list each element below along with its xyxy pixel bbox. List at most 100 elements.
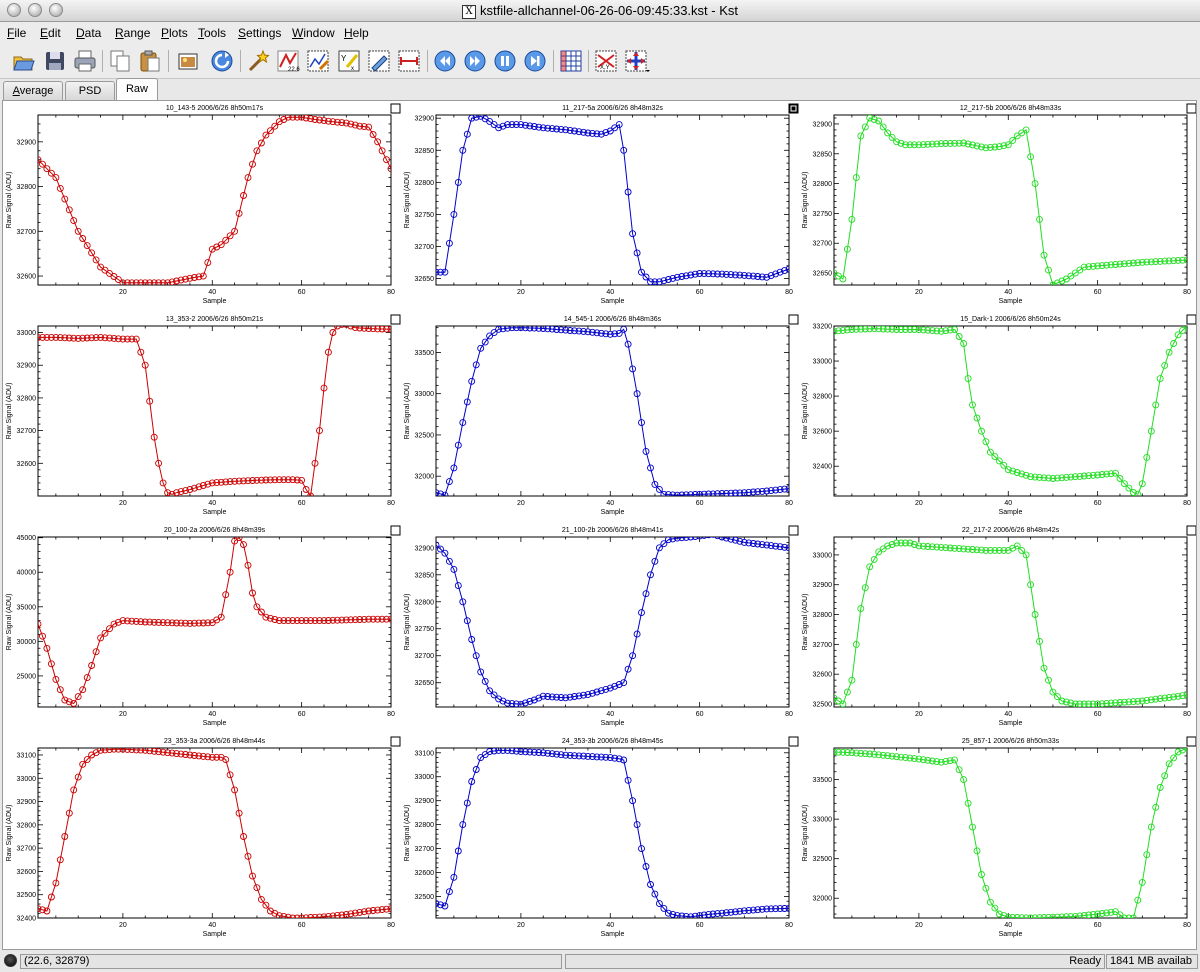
menu-settings[interactable]: Settings: [238, 26, 281, 40]
plot-4[interactable]: 14_545-1 2006/6/26 8h48m36s 20 40 60 80 32000…: [404, 314, 799, 516]
plot-2[interactable]: 12_217-5b 2006/6/26 8h48m33s 20 40 60 80 3265…: [802, 103, 1196, 305]
y-axis-label: Raw Signal (ADU): [404, 172, 411, 229]
plot-8[interactable]: 22_217-2 2006/6/26 8h48m42s 20 40 60 80 32500…: [802, 525, 1196, 727]
plot-11[interactable]: 25_857-1 2006/6/26 8h50m33s 20 40 60 80 32000…: [802, 736, 1196, 938]
x-tick-label: 20: [119, 922, 127, 929]
x11-logo-icon: X: [462, 5, 477, 19]
y-tick-label: 32600: [415, 870, 435, 877]
y-tick-label: 32900: [17, 139, 37, 146]
x-tick-label: 40: [1004, 711, 1012, 718]
histogram-icon[interactable]: [367, 49, 391, 73]
spectrum-icon[interactable]: [397, 49, 421, 73]
x-tick-label: 80: [387, 711, 395, 718]
coordinates-readout: (22.6, 32879): [20, 954, 562, 969]
plot-select-checkbox[interactable]: [390, 103, 401, 114]
plot-1[interactable]: 11_217-5a 2006/6/26 8h48m32s 20 40 60 80 3265…: [404, 103, 799, 305]
export-image-icon[interactable]: [176, 49, 200, 73]
grid-layout-icon[interactable]: [559, 49, 583, 73]
x-tick-label: 60: [298, 289, 306, 296]
plot-select-checkbox[interactable]: [390, 736, 401, 747]
menu-tools[interactable]: Tools: [198, 26, 226, 40]
menu-help[interactable]: Help: [344, 26, 369, 40]
plot-0[interactable]: 10_143-5 2006/6/26 8h50m17s 20 40 60 80 32600…: [6, 103, 401, 305]
plot-9[interactable]: 23_353-3a 2006/6/26 8h48m44s 20 40 60 80 3240…: [6, 736, 401, 938]
equation-icon[interactable]: Yx: [337, 49, 361, 73]
pause-icon[interactable]: [493, 49, 517, 73]
y-axis-label: Raw Signal (ADU): [6, 172, 13, 229]
toolbar-separator: [240, 50, 241, 72]
y-tick-label: 33000: [813, 552, 833, 559]
print-icon[interactable]: [73, 49, 97, 73]
toolbar-separator: [102, 50, 103, 72]
y-axis-label: Raw Signal (ADU): [6, 594, 13, 651]
y-tick-label: 33500: [813, 777, 833, 784]
menu-file[interactable]: File: [7, 26, 26, 40]
y-tick-label: 32900: [415, 116, 435, 123]
plot-select-checkbox[interactable]: [788, 525, 799, 536]
plot-grid[interactable]: 10_143-5 2006/6/26 8h50m17s 20 40 60 80 32600…: [3, 101, 1196, 949]
copy-icon[interactable]: [108, 49, 132, 73]
plot-select-checkbox[interactable]: [788, 736, 799, 747]
x-tick-label: 80: [1183, 922, 1191, 929]
menu-edit[interactable]: Edit: [40, 26, 61, 40]
edit-plot-icon[interactable]: [306, 49, 330, 73]
x-tick-label: 20: [119, 500, 127, 507]
menu-data[interactable]: Data: [76, 26, 101, 40]
save-icon[interactable]: [43, 49, 67, 73]
y-tick-label: 32700: [17, 428, 37, 435]
y-tick-label: 35000: [17, 604, 37, 611]
plot-select-checkbox[interactable]: [1186, 103, 1196, 114]
tab-average[interactable]: Average: [3, 81, 63, 100]
forward-icon[interactable]: [463, 49, 487, 73]
open-icon[interactable]: [12, 49, 36, 73]
y-axis-label: Raw Signal (ADU): [802, 172, 809, 229]
x-axis-label: Sample: [601, 298, 625, 305]
y-tick-label: 32600: [813, 672, 833, 679]
x-tick-label: 80: [785, 289, 793, 296]
tab-psd[interactable]: PSD: [65, 81, 115, 100]
x-tick-label: 20: [915, 500, 923, 507]
plugin-icon[interactable]: 22.6: [276, 49, 300, 73]
plot-select-checkbox[interactable]: [788, 314, 799, 325]
plot-6[interactable]: 20_100-2a 2006/6/26 8h48m39s 20 40 60 80 2500…: [6, 525, 401, 727]
xy-zoom-icon[interactable]: X,Y: [594, 49, 618, 73]
y-tick-label: 32500: [813, 702, 833, 709]
plot-select-checkbox[interactable]: [390, 525, 401, 536]
x-axis-label: Sample: [999, 298, 1023, 305]
back-icon[interactable]: [433, 49, 457, 73]
x-tick-label: 40: [1004, 289, 1012, 296]
reload-icon[interactable]: [210, 49, 234, 73]
y-tick-label: 32500: [415, 432, 435, 439]
tab-bar: Average PSD Raw: [0, 78, 1200, 100]
plot-5[interactable]: 15_Dark-1 2006/6/26 8h50m24s 20 40 60 80 3240…: [802, 314, 1196, 516]
plot-title: 23_353-3a 2006/6/26 8h48m44s: [164, 738, 266, 745]
x-tick-label: 40: [1004, 500, 1012, 507]
plot-select-checkbox[interactable]: [1186, 736, 1196, 747]
plot-3[interactable]: 13_353-2 2006/6/26 8h50m21s 20 40 60 80 32600…: [6, 314, 401, 516]
status-message: Ready: [565, 954, 1105, 969]
layout-mode-icon[interactable]: [624, 49, 650, 73]
y-axis-label: Raw Signal (ADU): [404, 383, 411, 440]
end-icon[interactable]: [523, 49, 547, 73]
x-axis-label: Sample: [203, 720, 227, 727]
paste-icon[interactable]: [138, 49, 162, 73]
plot-title: 11_217-5a 2006/6/26 8h48m32s: [562, 105, 663, 112]
y-tick-label: 32900: [813, 121, 833, 128]
plot-select-checkbox[interactable]: [1186, 314, 1196, 325]
y-tick-label: 32850: [415, 148, 435, 155]
data-wizard-icon[interactable]: [246, 49, 270, 73]
x-tick-label: 60: [1094, 711, 1102, 718]
x-tick-label: 60: [1094, 922, 1102, 929]
tab-raw[interactable]: Raw: [116, 78, 158, 100]
x-tick-label: 60: [298, 711, 306, 718]
plot-7[interactable]: 21_100-2b 2006/6/26 8h48m41s 20 40 60 80 3265…: [404, 525, 799, 727]
plot-10[interactable]: 24_353-3b 2006/6/26 8h48m45s 20 40 60 80 3250…: [404, 736, 799, 938]
x-tick-label: 80: [1183, 500, 1191, 507]
menu-range[interactable]: Range: [115, 26, 150, 40]
plot-select-checkbox[interactable]: [390, 314, 401, 325]
toolbar-separator: [588, 50, 589, 72]
x-tick-label: 60: [696, 711, 704, 718]
plot-select-checkbox[interactable]: [1186, 525, 1196, 536]
menu-plots[interactable]: Plots: [161, 26, 188, 40]
menu-window[interactable]: Window: [292, 26, 335, 40]
